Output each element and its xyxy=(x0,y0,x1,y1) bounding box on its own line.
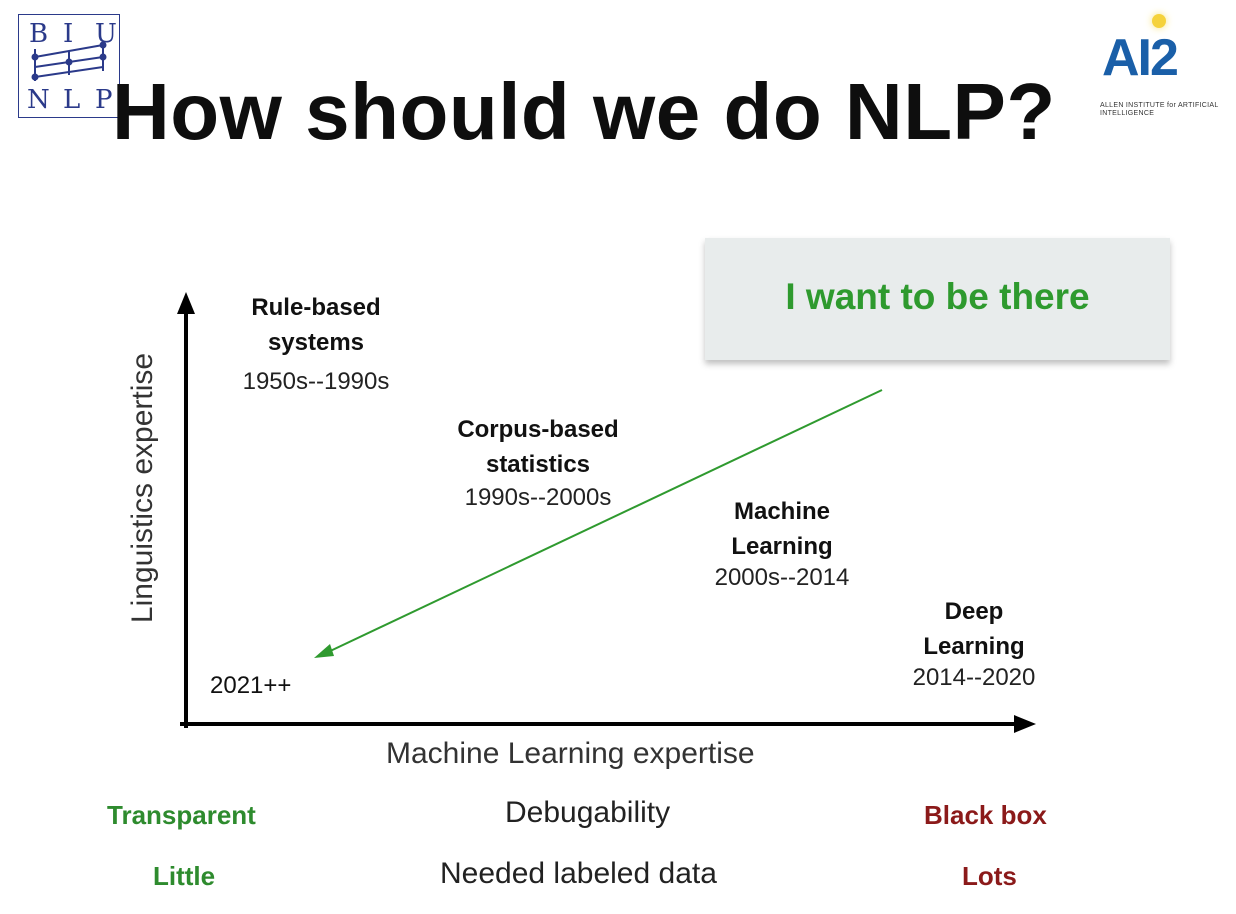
era-rule-based: Rule-based systems 1950s--1990s xyxy=(206,290,426,396)
era-name-line: statistics xyxy=(485,451,591,478)
era-machine-learning: Machine Learning 2000s--2014 xyxy=(672,494,892,592)
labeled-data-label: Needed labeled data xyxy=(440,857,717,890)
future-label: 2021++ xyxy=(210,672,292,699)
debugability-left: Transparent xyxy=(107,800,256,830)
y-axis-arrowhead xyxy=(177,292,195,314)
era-deep-learning: Deep Learning 2014--2020 xyxy=(864,594,1084,692)
era-name-line: systems xyxy=(267,329,365,356)
era-name-line: Rule-based xyxy=(251,294,381,321)
era-name-line: Deep xyxy=(944,598,1004,625)
era-name-line: Machine xyxy=(733,498,831,525)
era-years: 1950s--1990s xyxy=(242,368,390,395)
x-axis-arrowhead xyxy=(1014,715,1036,733)
era-name-line: Corpus-based xyxy=(457,416,619,443)
labeled-data-right: Lots xyxy=(962,861,1017,891)
callout-text: I want to be there xyxy=(785,276,1090,317)
era-name-line: Learning xyxy=(923,633,1025,660)
debugability-label: Debugability xyxy=(505,796,671,829)
era-years: 2014--2020 xyxy=(912,664,1036,691)
era-corpus-based: Corpus-based statistics 1990s--2000s xyxy=(428,412,648,512)
y-axis-label: Linguistics expertise xyxy=(126,352,159,624)
goal-callout: I want to be there xyxy=(705,238,1170,360)
labeled-data-left: Little xyxy=(153,861,216,891)
x-axis-label: Machine Learning expertise xyxy=(386,737,755,770)
debugability-right: Black box xyxy=(924,800,1047,830)
era-years: 1990s--2000s xyxy=(464,484,612,511)
trend-arrowhead xyxy=(314,644,334,658)
era-years: 2000s--2014 xyxy=(714,564,850,591)
era-name-line: Learning xyxy=(731,533,833,560)
